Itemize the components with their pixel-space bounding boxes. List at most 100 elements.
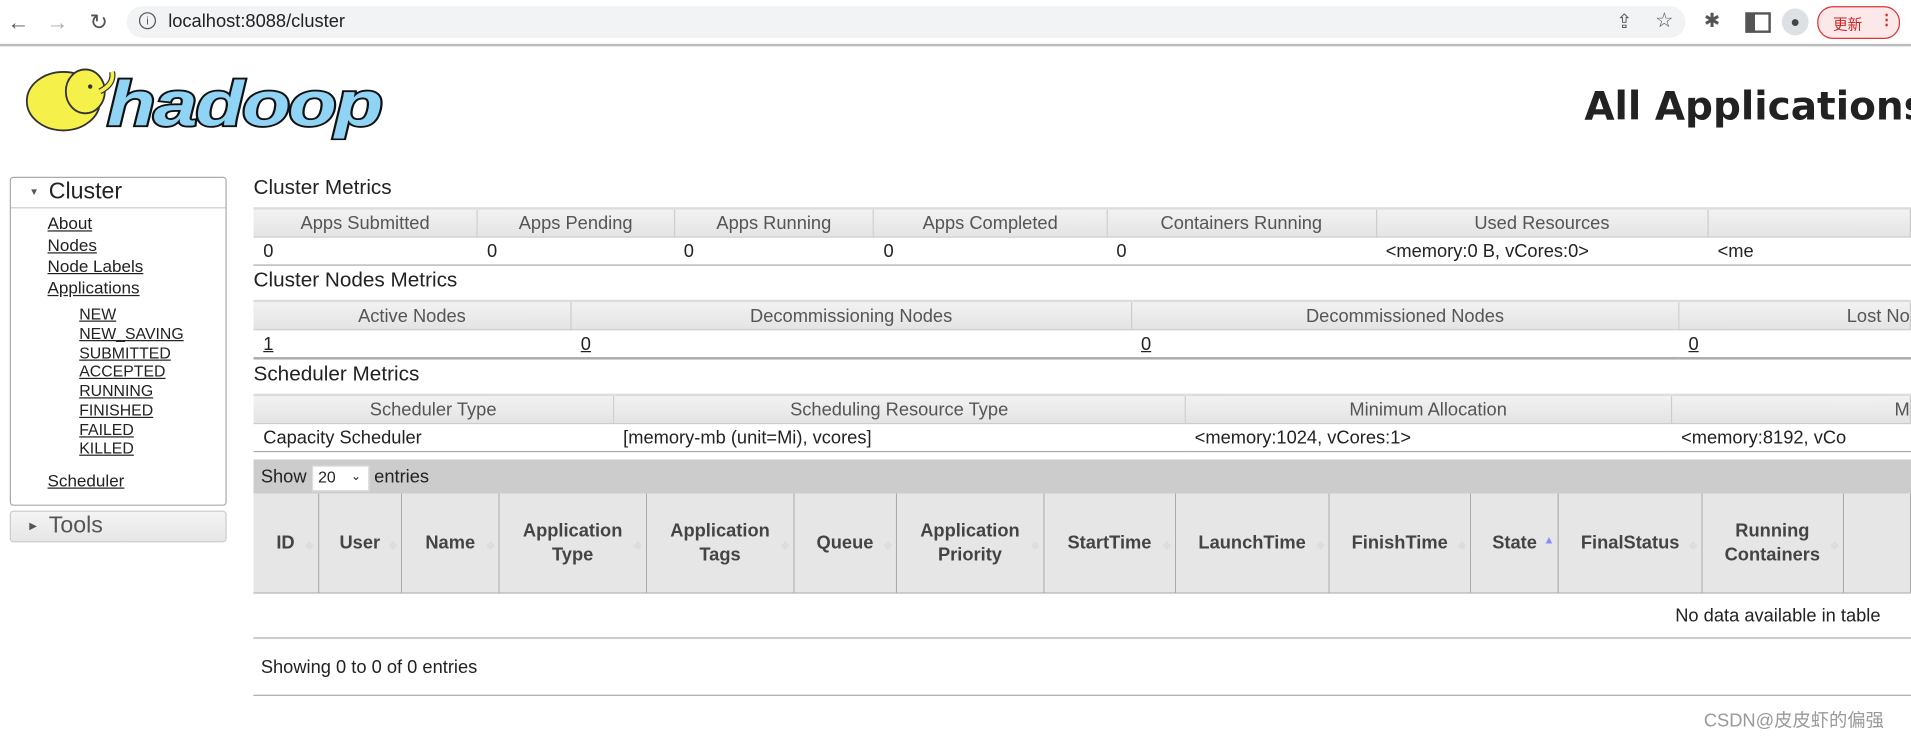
browser-toolbar: ← → ↻ i localhost:8088/cluster ⇪ ☆ ✱ ● 更… (0, 0, 1911, 47)
header-decommissioned-nodes: Decommissioned Nodes (1131, 299, 1680, 331)
column-header-label: Application Type (522, 519, 623, 565)
sidebar-link-nodes[interactable]: Nodes (48, 235, 97, 255)
header-decommissioning-nodes: Decommissioning Nodes (571, 299, 1132, 331)
svg-text:hadoop: hadoop (107, 70, 381, 140)
sidebar-link-about[interactable]: About (48, 213, 93, 233)
nodes-metrics-table: Active Nodes Decommissioning Nodes Decom… (253, 299, 1911, 360)
page-title: All Applications (1584, 82, 1911, 130)
link-active-nodes[interactable]: 1 (263, 333, 273, 354)
sort-ascending-icon: ▲ (1543, 533, 1555, 546)
entries-label: entries (374, 466, 430, 488)
forward-icon[interactable]: → (44, 10, 71, 36)
sort-icon: ◆ (486, 538, 495, 551)
link-decommissioned-nodes[interactable]: 0 (1141, 333, 1151, 354)
sidebar-link-running[interactable]: RUNNING (79, 381, 153, 399)
sort-icon: ◆ (1162, 538, 1171, 551)
column-header-label: Name (425, 531, 476, 553)
cluster-section-header[interactable]: ▼ Cluster (10, 178, 226, 209)
sidebar-link-submitted[interactable]: SUBMITTED (79, 344, 171, 362)
column-header-starttime[interactable]: StartTime ◆ (1043, 493, 1176, 594)
header-used-resources: Used Resources (1375, 207, 1709, 238)
sidebar-link-applications[interactable]: Applications (48, 278, 140, 298)
column-header-running-containers[interactable]: Running Containers ◆ (1701, 493, 1844, 594)
column-header-name[interactable]: Name ◆ (401, 493, 500, 594)
sort-icon: ◆ (1830, 538, 1839, 551)
column-header-label: LaunchTime (1198, 531, 1306, 553)
back-icon[interactable]: ← (5, 10, 32, 36)
chevron-down-icon: ⌄ (351, 470, 362, 484)
sort-icon: ◆ (305, 538, 314, 551)
caret-right-icon: ▶ (29, 520, 37, 532)
tools-section-header[interactable]: ▶ Tools (9, 510, 227, 543)
menu-icon[interactable]: ⋮ (1879, 11, 1894, 28)
sort-icon: ◆ (781, 538, 790, 551)
sidebar-link-scheduler[interactable]: Scheduler (48, 470, 125, 490)
extensions-icon[interactable]: ✱ (1704, 9, 1720, 33)
value-apps-submitted: 0 (253, 237, 478, 266)
sort-icon: ◆ (633, 538, 643, 551)
column-header-id[interactable]: ID ◆ (253, 493, 319, 594)
watermark: CSDN@皮皮虾的偏强 (1703, 710, 1884, 732)
sort-icon: ◆ (1316, 538, 1325, 551)
sort-icon: ◆ (1457, 538, 1467, 551)
header-minimum-allocation: Minimum Allocation (1184, 393, 1672, 425)
table-info: Showing 0 to 0 of 0 entries (253, 637, 1911, 696)
sidebar-link-accepted[interactable]: ACCEPTED (79, 362, 165, 380)
sidebar-link-killed[interactable]: KILLED (79, 439, 134, 457)
column-header-label: StartTime (1067, 531, 1152, 553)
value-scheduler-type: Capacity Scheduler (253, 423, 614, 453)
page-size-select[interactable]: 20 ⌄ (312, 465, 370, 492)
sidebar-link-failed[interactable]: FAILED (79, 420, 134, 438)
update-button[interactable]: 更新 ⋮ (1817, 6, 1901, 39)
empty-message: No data available in table (1675, 605, 1881, 627)
star-icon[interactable]: ☆ (1655, 9, 1674, 33)
header-apps-pending: Apps Pending (477, 207, 675, 238)
link-decommissioning-nodes[interactable]: 0 (581, 333, 591, 354)
profile-icon[interactable]: ● (1781, 8, 1809, 36)
header-scheduling-resource-type: Scheduling Resource Type (613, 393, 1186, 425)
cluster-metrics-table: Apps Submitted Apps Pending Apps Running… (253, 207, 1911, 266)
info-icon[interactable]: i (138, 12, 156, 30)
column-header-label: Application Priority (920, 519, 1020, 565)
column-header-queue[interactable]: Queue ◆ (793, 493, 897, 594)
sidebar-link-new-saving[interactable]: NEW_SAVING (79, 324, 183, 342)
column-header-label: State (1492, 531, 1537, 553)
column-header-finishtime[interactable]: FinishTime ◆ (1328, 493, 1472, 594)
sort-icon: ◆ (388, 538, 398, 551)
share-icon[interactable]: ⇪ (1616, 10, 1632, 34)
sidebar-link-new[interactable]: NEW (79, 305, 116, 323)
value-apps-completed: 0 (873, 237, 1107, 266)
table-info-text: Showing 0 to 0 of 0 entries (260, 656, 478, 678)
column-header-user[interactable]: User ◆ (318, 493, 403, 594)
cluster-label: Cluster (48, 179, 123, 205)
sidebar-link-node-labels[interactable]: Node Labels (48, 256, 144, 276)
sidebar-link-finished[interactable]: FINISHED (79, 401, 153, 419)
address-bar[interactable]: i localhost:8088/cluster ⇪ ☆ (126, 6, 1686, 38)
header-apps-running: Apps Running (673, 207, 875, 238)
column-header-application-type[interactable]: Application Type ◆ (498, 493, 647, 594)
header-apps-completed: Apps Completed (873, 207, 1108, 238)
column-header-label: Queue (816, 531, 874, 553)
column-header-state[interactable]: State ▲ (1470, 493, 1560, 594)
column-header-application-priority[interactable]: Application Priority ◆ (896, 493, 1045, 594)
sidebar: ▼ Cluster About Nodes Node Labels Applic… (9, 176, 227, 506)
header-truncated (1707, 207, 1911, 238)
column-header-label: FinalStatus (1580, 531, 1680, 553)
value-scheduling-resource-type: [memory-mb (unit=Mi), vcores] (613, 423, 1185, 453)
column-header-finalstatus[interactable]: FinalStatus ◆ (1558, 493, 1703, 594)
value-truncated: <me (1707, 237, 1911, 266)
sidepanel-icon[interactable] (1745, 12, 1771, 33)
column-header-launchtime[interactable]: LaunchTime ◆ (1175, 493, 1330, 594)
link-lost-nodes[interactable]: 0 (1689, 333, 1699, 354)
column-header-application-tags[interactable]: Application Tags ◆ (646, 493, 795, 594)
column-header-label: ID (276, 531, 295, 553)
reload-icon[interactable]: ↻ (85, 10, 112, 36)
scheduler-metrics-table: Scheduler Type Scheduling Resource Type … (253, 393, 1911, 453)
column-header-truncated[interactable] (1843, 493, 1911, 594)
url-text: localhost:8088/cluster (168, 10, 346, 32)
value-apps-pending: 0 (477, 237, 674, 266)
header-active-nodes: Active Nodes (253, 299, 572, 331)
page-size-value: 20 (318, 468, 336, 487)
value-used-resources: <memory:0 B, vCores:0> (1375, 237, 1708, 266)
show-label: Show (260, 466, 307, 488)
